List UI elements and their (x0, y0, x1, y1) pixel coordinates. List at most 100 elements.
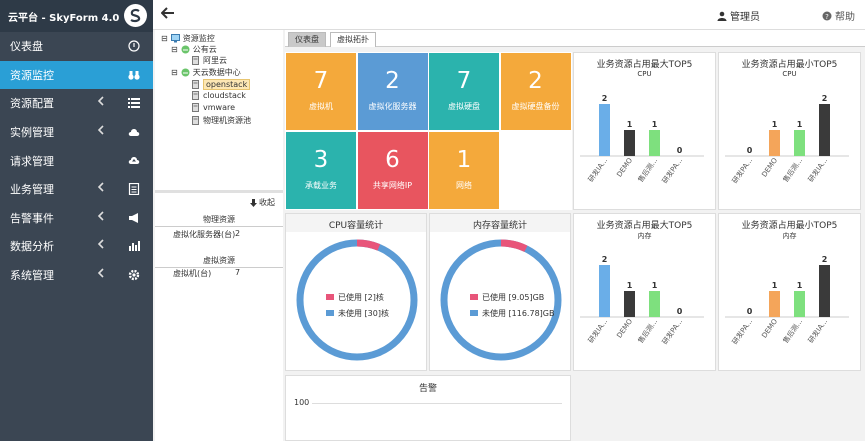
cloud-node-icon (181, 68, 190, 77)
tile-value: 2 (385, 68, 400, 94)
bar-value-label: 0 (747, 146, 753, 155)
alarm-title: 告警 (418, 384, 437, 394)
bar-value-label: 1 (772, 281, 778, 290)
top5-min-memory-chart: 业务资源占用最小TOP5 内存 0 研发PA... 1 DEMO 1 售后测... 2 研发IA.… (718, 213, 861, 371)
sidebar-item-5[interactable]: 业务管理 (0, 175, 153, 204)
virt-server-value: 2 (235, 229, 241, 238)
binoculars-icon (128, 69, 140, 81)
summary-tile-2[interactable]: 7 虚拟硬盘 (429, 53, 499, 130)
help-icon: ? (822, 11, 832, 21)
summary-tile-0[interactable]: 7 虚拟机 (286, 53, 356, 130)
sidebar-item-7[interactable]: 数据分析 (0, 232, 153, 261)
bar-chart-svg: 0研发PA... 1 DEMO 1 售后测... 2 研发IA... (725, 255, 849, 346)
bar (599, 265, 610, 317)
server-icon (192, 56, 199, 65)
bar-value-label: 2 (822, 94, 828, 103)
summary-tile-6[interactable]: 1 网络 (429, 132, 499, 209)
cloud-upload-icon (128, 154, 140, 166)
chevron-left-icon (97, 239, 104, 252)
tree-node-root[interactable]: ⊟ 资源监控 (161, 33, 215, 44)
vm-count-label: 虚拟机(台) (173, 269, 212, 278)
list-icon (128, 97, 140, 109)
sidebar-item-0[interactable]: 仪表盘 (0, 32, 153, 61)
sidebar-item-6[interactable]: 告警事件 (0, 204, 153, 233)
category-label: 研发PA... (730, 317, 754, 346)
sidebar-item-3[interactable]: 实例管理 (0, 118, 153, 147)
document-icon (128, 182, 140, 196)
category-label: DEMO (615, 317, 634, 339)
tile-label: 虚拟化服务器 (368, 102, 417, 111)
chart-title: 业务资源占用最小TOP5 (741, 60, 838, 70)
top5-min-cpu-chart: 业务资源占用最小TOP5 CPU 0 研发PA... 1 DEMO 1 售后测... 2 研发IA… (718, 52, 861, 210)
sidebar-item-label: 实例管理 (10, 126, 54, 140)
tree-node-datacenter[interactable]: ⊟ 天云数据中心 (171, 67, 241, 78)
tile-label: 共享网络IP (372, 181, 413, 190)
sidebar-item-label: 仪表盘 (10, 40, 43, 54)
memory-capacity-card: 内存容量统计 已使用 [9.05]GB 未使用 [116.78]GB (429, 213, 571, 371)
bar-value-label: 2 (822, 255, 828, 264)
category-label: 研发IA... (586, 317, 609, 345)
physical-resources-header: 物理资源 (155, 214, 283, 227)
bar-value-label: 1 (627, 281, 633, 290)
chart-title: 业务资源占用最大TOP5 (596, 60, 693, 70)
summary-tile-5[interactable]: 6 共享网络IP (357, 132, 428, 209)
back-arrow-icon[interactable] (160, 4, 175, 23)
bar-chart-svg: 2 研发IA... 1 DEMO 1 售后测... 0研发PA... (580, 255, 704, 346)
sidebar-item-label: 数据分析 (10, 240, 54, 254)
sidebar-item-1[interactable]: 资源监控 (0, 60, 153, 90)
user-menu[interactable]: 管理员 (717, 8, 760, 23)
tab-virtual-topology[interactable]: 虚拟拓扑 (330, 32, 376, 47)
cpu-capacity-card: CPU容量统计 已使用 [2]核 未使用 [30]核 (285, 213, 427, 371)
bar-value-label: 2 (602, 255, 608, 264)
cloud-icon (128, 126, 140, 138)
free-legend-label: 未使用 [30]核 (338, 309, 389, 318)
sidebar-item-label: 请求管理 (10, 154, 54, 168)
tree-node-openstack[interactable]: openstack (191, 79, 251, 90)
bar-value-label: 1 (797, 120, 803, 129)
tab-dashboard[interactable]: 仪表盘 (288, 32, 326, 47)
sidebar-item-8[interactable]: 系统管理 (0, 261, 153, 290)
server-icon (192, 80, 199, 89)
sidebar-item-label: 资源配置 (10, 97, 54, 111)
megaphone-icon (128, 212, 140, 224)
svg-text:?: ? (825, 13, 829, 21)
free-legend-swatch (470, 310, 478, 316)
tile-value: 2 (528, 68, 543, 94)
bar (649, 291, 660, 317)
tree-node-vmware[interactable]: vmware (191, 103, 235, 112)
tile-value: 3 (313, 147, 329, 173)
alarm-ytick: 100 (294, 398, 310, 407)
app-title: 云平台 - SkyForm 4.0 (8, 12, 120, 24)
brand-header: 云平台 - SkyForm 4.0 (0, 0, 153, 32)
bar (819, 265, 830, 317)
chevron-left-icon (97, 268, 104, 281)
summary-tile-1[interactable]: 2 虚拟化服务器 (357, 53, 428, 130)
tile-value: 7 (313, 68, 329, 94)
summary-tile-4[interactable]: 3 承载业务 (286, 132, 356, 209)
sidebar: 仪表盘资源监控资源配置实例管理请求管理业务管理告警事件数据分析系统管理 (0, 32, 153, 441)
sidebar-item-4[interactable]: 请求管理 (0, 146, 153, 175)
tile-value: 7 (456, 68, 472, 94)
used-legend-label: 已使用 [9.05]GB (482, 293, 545, 302)
category-label: 研发IA... (586, 156, 609, 184)
summary-tile-3[interactable]: 2 虚拟硬盘备份 (500, 53, 571, 130)
collapse-button[interactable]: 收起 (250, 197, 275, 208)
tree-node-physical-pool[interactable]: 物理机资源池 (191, 115, 251, 126)
tree-node-public-cloud[interactable]: ⊟ 公有云 (171, 44, 217, 55)
tile-label: 虚拟机 (309, 102, 333, 111)
help-link[interactable]: ? 帮助 (822, 8, 855, 23)
sidebar-item-label: 告警事件 (10, 211, 54, 225)
virtual-resources-header: 虚拟资源 (155, 255, 283, 268)
vm-count-value: 7 (235, 268, 241, 277)
tree-node-aliyun[interactable]: 阿里云 (191, 55, 227, 66)
used-legend-swatch (470, 294, 478, 300)
collapse-toggle-icon[interactable]: ⊟ (161, 34, 168, 43)
collapse-toggle-icon[interactable]: ⊟ (171, 45, 178, 54)
bar-value-label: 1 (797, 281, 803, 290)
chevron-left-icon (97, 96, 104, 109)
collapse-toggle-icon[interactable]: ⊟ (171, 68, 178, 77)
tree-node-cloudstack[interactable]: cloudstack (191, 91, 246, 100)
sidebar-item-2[interactable]: 资源配置 (0, 89, 153, 118)
monitor-icon (170, 34, 180, 43)
bar-value-label: 1 (772, 120, 778, 129)
